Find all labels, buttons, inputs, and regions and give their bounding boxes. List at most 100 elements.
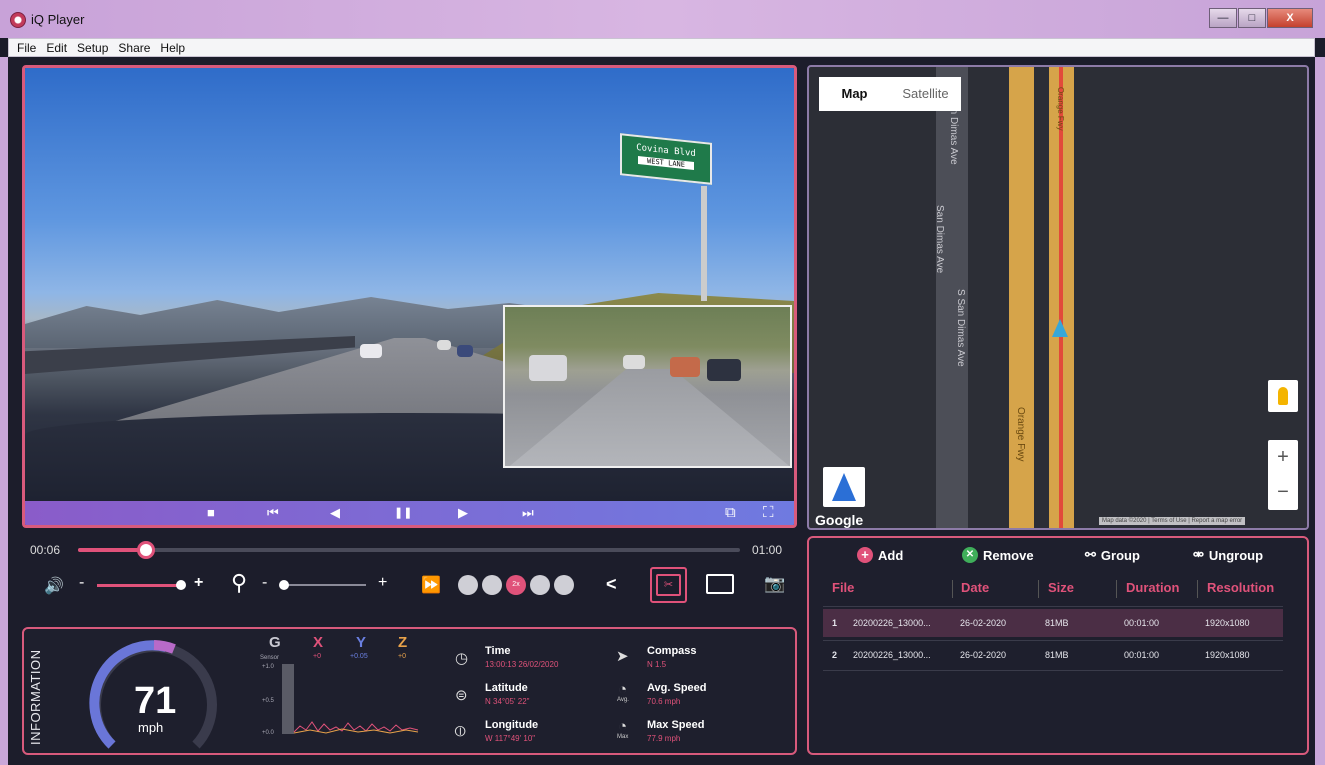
speed-option[interactable] xyxy=(458,575,478,595)
speed-option[interactable] xyxy=(482,575,502,595)
tab-map[interactable]: Map xyxy=(819,77,890,111)
column-date[interactable]: Date xyxy=(961,580,989,595)
map-compass-button[interactable] xyxy=(823,467,865,507)
gsensor-tick: +1.0 xyxy=(262,664,274,670)
speed-option[interactable] xyxy=(530,575,550,595)
car xyxy=(437,340,451,350)
zoom-minus[interactable]: - xyxy=(262,574,267,592)
speed-value: 71 xyxy=(134,680,177,722)
longitude-icon: ⦶ xyxy=(455,723,466,740)
fast-forward-icon[interactable]: ⏩ xyxy=(421,575,441,595)
seek-handle[interactable] xyxy=(137,541,155,559)
end-time: 01:00 xyxy=(752,543,783,557)
row-resolution: 1920x1080 xyxy=(1205,618,1250,628)
app-logo-icon xyxy=(10,12,26,28)
row-date: 26-02-2020 xyxy=(960,618,1007,628)
avg-speed-tag: Avg. xyxy=(617,697,629,703)
rewind-button[interactable]: ◀ xyxy=(330,505,340,521)
pip-toggle-button[interactable]: ⧉ xyxy=(725,505,736,521)
menu-share[interactable]: Share xyxy=(118,41,150,55)
column-size[interactable]: Size xyxy=(1048,580,1074,595)
window-title: iQ Player xyxy=(31,12,85,27)
window-frame-right xyxy=(1315,57,1325,765)
zoom-slider[interactable] xyxy=(280,584,366,586)
header-divider xyxy=(823,606,1283,607)
row-file: 20200226_13000... xyxy=(853,618,931,628)
speed-unit: mph xyxy=(138,720,164,735)
map-attribution[interactable]: Map data ©2020 | Terms of Use | Report a… xyxy=(1099,517,1246,525)
speed-option[interactable] xyxy=(554,575,574,595)
ungroup-label: Ungroup xyxy=(1208,547,1264,563)
column-divider xyxy=(1116,580,1117,598)
column-resolution[interactable]: Resolution xyxy=(1207,580,1274,595)
video-frame[interactable]: Covina Blvd WEST LANE xyxy=(25,68,794,501)
stop-button[interactable]: ■ xyxy=(207,505,215,521)
maximize-button[interactable]: □ xyxy=(1238,8,1266,28)
row-date: 26-02-2020 xyxy=(960,650,1007,660)
map-zoom-in-button[interactable]: + xyxy=(1268,440,1298,475)
clip-button[interactable]: ✂ xyxy=(650,567,687,603)
gsensor-sensor-label: Sensor xyxy=(260,655,280,661)
volume-minus[interactable]: - xyxy=(79,574,84,592)
seek-track[interactable] xyxy=(78,548,740,552)
menu-help[interactable]: Help xyxy=(160,41,185,55)
menu-bar: File Edit Setup Share Help xyxy=(8,38,1315,57)
device-icon[interactable] xyxy=(706,574,734,594)
zoom-plus[interactable]: + xyxy=(378,574,387,592)
gsensor-tick: +0.5 xyxy=(262,698,274,704)
add-button[interactable]: + Add xyxy=(857,547,903,563)
map-street-label: San Dimas Ave xyxy=(934,205,945,274)
latitude-icon: ⊜ xyxy=(455,687,468,704)
gsensor-x-value: +0 xyxy=(313,653,321,660)
pip-rear-camera[interactable] xyxy=(503,305,792,468)
longitude-value: W 117°49' 10" xyxy=(485,734,536,743)
map-zoom-out-button[interactable]: − xyxy=(1268,475,1298,510)
close-button[interactable]: X xyxy=(1267,8,1313,28)
max-speed-icon: ◔ xyxy=(618,718,628,735)
zoom-handle[interactable] xyxy=(279,580,289,590)
previous-button[interactable]: ⏮ xyxy=(267,505,279,521)
column-file[interactable]: File xyxy=(832,580,854,595)
car xyxy=(360,344,382,358)
menu-file[interactable]: File xyxy=(17,41,36,55)
ungroup-button[interactable]: ⚮ Ungroup xyxy=(1193,547,1263,563)
speed-option-active[interactable]: 2x xyxy=(506,575,526,595)
max-speed-value: 77.9 mph xyxy=(647,734,681,743)
fullscreen-button[interactable]: ⛶ xyxy=(763,505,774,521)
clock-icon: ◷ xyxy=(455,650,469,667)
table-row[interactable]: 2 20200226_13000... 26-02-2020 81MB 00:0… xyxy=(823,641,1283,669)
group-button[interactable]: ⚯ Group xyxy=(1085,547,1140,563)
tab-satellite[interactable]: Satellite xyxy=(890,77,961,111)
volume-icon[interactable]: 🔊 xyxy=(44,576,64,596)
volume-plus[interactable]: + xyxy=(194,574,203,592)
share-icon[interactable]: < xyxy=(606,574,617,595)
map-route-line xyxy=(1059,67,1063,528)
max-speed-label: Max Speed xyxy=(647,719,705,731)
menu-edit[interactable]: Edit xyxy=(46,41,67,55)
pause-button[interactable]: ❚❚ xyxy=(394,505,412,521)
seek-fill xyxy=(78,548,145,552)
next-button[interactable]: ⏭ xyxy=(522,505,534,521)
link-icon: ⚯ xyxy=(1085,547,1096,562)
step-forward-button[interactable]: ▶ xyxy=(458,505,468,521)
remove-icon: ✕ xyxy=(962,547,978,563)
column-divider xyxy=(1197,580,1198,598)
time-label: Time xyxy=(485,645,511,657)
zoom-icon[interactable]: ⚲ xyxy=(231,570,247,596)
car xyxy=(707,359,741,381)
scissors-icon: ✂ xyxy=(656,574,681,596)
gsensor-y-label: Y xyxy=(356,634,367,651)
minimize-button[interactable]: — xyxy=(1209,8,1237,28)
column-duration[interactable]: Duration xyxy=(1126,580,1179,595)
table-row[interactable]: 1 20200226_13000... 26-02-2020 81MB 00:0… xyxy=(823,609,1283,637)
sign-pole xyxy=(701,186,707,301)
gsensor-y-value: +0.05 xyxy=(350,653,368,660)
pegman-icon[interactable] xyxy=(1268,380,1298,412)
video-controls: ■ ⏮ ◀ ❚❚ ▶ ⏭ ⧉ ⛶ xyxy=(25,501,794,525)
remove-button[interactable]: ✕ Remove xyxy=(962,547,1034,563)
volume-handle[interactable] xyxy=(176,580,186,590)
camera-icon[interactable]: 📷 xyxy=(764,574,785,594)
menu-setup[interactable]: Setup xyxy=(77,41,108,55)
volume-slider[interactable] xyxy=(97,584,181,587)
map-panel[interactable]: S San Dimas Ave San Dimas Ave S San Dima… xyxy=(807,65,1309,530)
